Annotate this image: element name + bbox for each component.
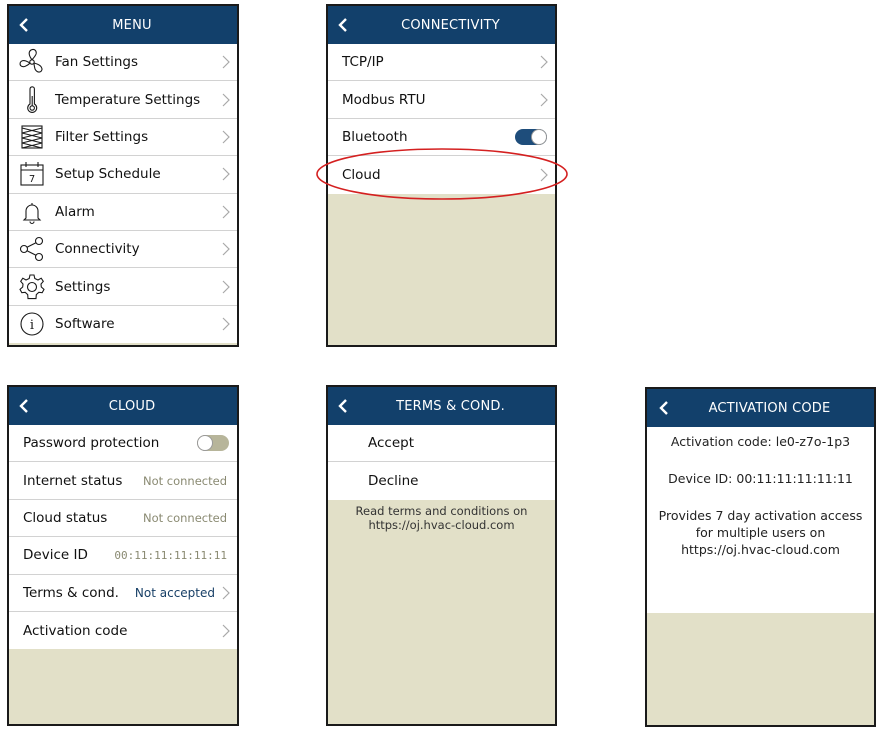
back-button[interactable] <box>19 6 29 44</box>
access-text-line2: for multiple users on <box>695 525 826 540</box>
filter-icon <box>9 119 55 155</box>
thermometer-icon <box>9 81 55 117</box>
access-text-line1: Provides 7 day activation access <box>658 508 863 523</box>
activation-code-text: Activation code: le0-z7o-1p3 <box>670 434 851 449</box>
connectivity-item-label: Modbus RTU <box>342 91 426 108</box>
back-button[interactable] <box>338 387 348 425</box>
menu-item-label: Alarm <box>55 203 95 220</box>
menu-item-label: Connectivity <box>55 241 140 258</box>
connectivity-item-label: TCP/IP <box>342 54 384 71</box>
chevron-right-icon <box>222 130 230 144</box>
activation-title: ACTIVATION CODE <box>708 400 831 416</box>
terms-note: Read terms and conditions on https://oj.… <box>328 500 555 532</box>
menu-item-temperature-settings[interactable]: Temperature Settings <box>9 81 237 119</box>
activation-info: Activation code: le0-z7o-1p3 Device ID: … <box>647 427 874 613</box>
menu-item-filter-settings[interactable]: Filter Settings <box>9 118 237 157</box>
menu-item-label: Fan Settings <box>55 54 139 71</box>
accept-label: Accept <box>368 435 415 452</box>
terms-url: https://oj.hvac-cloud.com <box>368 517 515 532</box>
cloud-item-password-protection: Password protection <box>9 425 237 463</box>
accept-button[interactable]: Accept <box>328 425 555 463</box>
back-button[interactable] <box>659 389 669 427</box>
chevron-right-icon <box>540 93 548 107</box>
cloud-item-cloud-status: Cloud status Not connected <box>9 499 237 538</box>
menu-item-settings[interactable]: Settings <box>9 268 237 306</box>
connectivity-header: CONNECTIVITY <box>328 6 555 44</box>
cloud-item-device-id: Device ID 00:11:11:11:11:11 <box>9 537 237 575</box>
chevron-right-icon <box>222 242 230 256</box>
cloud-item-internet-status: Internet status Not connected <box>9 462 237 500</box>
internet-status-value: Not connected <box>142 473 227 488</box>
calendar-icon: 7 <box>9 156 55 192</box>
connectivity-title: CONNECTIVITY <box>401 17 500 33</box>
menu-header: MENU <box>9 6 237 44</box>
bell-icon <box>9 194 55 230</box>
terms-list: Accept Decline <box>328 425 555 500</box>
back-button[interactable] <box>338 6 348 44</box>
chevron-right-icon <box>222 205 230 219</box>
chevron-right-icon <box>222 586 230 600</box>
menu-title: MENU <box>112 17 152 33</box>
menu-item-alarm[interactable]: Alarm <box>9 193 237 231</box>
terms-status-value: Not accepted <box>134 585 215 600</box>
chevron-left-icon <box>19 18 28 32</box>
cloud-status-value: Not connected <box>142 510 227 525</box>
chevron-right-icon <box>222 280 230 293</box>
terms-note-line: Read terms and conditions on <box>355 503 528 518</box>
bluetooth-toggle[interactable] <box>515 128 547 145</box>
menu-item-software[interactable]: i Software <box>9 305 237 344</box>
terms-screen: TERMS & COND. Accept Decline Read terms … <box>326 385 557 726</box>
cloud-title: CLOUD <box>108 398 156 414</box>
chevron-left-icon <box>338 18 347 32</box>
chevron-right-icon <box>222 167 230 181</box>
cloud-item-terms-cond[interactable]: Terms & cond. Not accepted <box>9 574 237 612</box>
chevron-left-icon <box>19 399 28 413</box>
chevron-left-icon <box>338 399 347 413</box>
activation-screen: ACTIVATION CODE Activation code: le0-z7o… <box>645 387 876 727</box>
info-letter: i <box>30 318 34 333</box>
decline-label: Decline <box>368 473 419 490</box>
share-icon <box>9 231 55 267</box>
cloud-item-label: Activation code <box>23 622 128 639</box>
password-protection-toggle[interactable] <box>197 435 229 452</box>
toggle-knob <box>197 435 213 452</box>
fan-icon <box>9 44 55 80</box>
cloud-list: Password protection Internet status Not … <box>9 425 237 650</box>
device-id-value: 00:11:11:11:11:11 <box>114 548 227 562</box>
menu-item-fan-settings[interactable]: Fan Settings <box>9 44 237 82</box>
activation-header: ACTIVATION CODE <box>647 389 874 427</box>
cloud-header: CLOUD <box>9 387 237 425</box>
decline-button[interactable]: Decline <box>328 462 555 500</box>
chevron-left-icon <box>659 401 668 415</box>
chevron-right-icon <box>222 624 230 638</box>
menu-item-label: Setup Schedule <box>55 166 161 183</box>
calendar-day-number: 7 <box>29 174 35 185</box>
connectivity-item-tcp-ip[interactable]: TCP/IP <box>328 44 555 82</box>
menu-item-label: Filter Settings <box>55 128 149 145</box>
menu-screen: MENU Fan Settings Temperature Settings F… <box>7 4 239 347</box>
device-id-text: Device ID: 00:11:11:11:11:11 <box>668 471 853 486</box>
highlight-ellipse <box>316 148 568 200</box>
back-button[interactable] <box>19 387 29 425</box>
terms-title: TERMS & COND. <box>396 398 505 414</box>
chevron-right-icon <box>222 317 230 331</box>
gear-icon <box>9 268 55 304</box>
connectivity-item-modbus-rtu[interactable]: Modbus RTU <box>328 81 555 119</box>
toggle-knob <box>531 128 547 145</box>
menu-item-label: Temperature Settings <box>55 91 201 108</box>
chevron-right-icon <box>222 55 230 69</box>
chevron-right-icon <box>540 55 548 69</box>
menu-item-label: Software <box>55 316 115 333</box>
menu-item-connectivity[interactable]: Connectivity <box>9 230 237 269</box>
chevron-right-icon <box>222 93 230 107</box>
terms-header: TERMS & COND. <box>328 387 555 425</box>
access-url: https://oj.hvac-cloud.com <box>681 542 840 557</box>
info-icon: i <box>9 306 55 343</box>
menu-item-label: Settings <box>55 278 111 295</box>
menu-list: Fan Settings Temperature Settings Filter… <box>9 44 237 344</box>
cloud-screen: CLOUD Password protection Internet statu… <box>7 385 239 726</box>
cloud-item-activation-code[interactable]: Activation code <box>9 611 237 650</box>
menu-item-setup-schedule[interactable]: 7 Setup Schedule <box>9 156 237 194</box>
